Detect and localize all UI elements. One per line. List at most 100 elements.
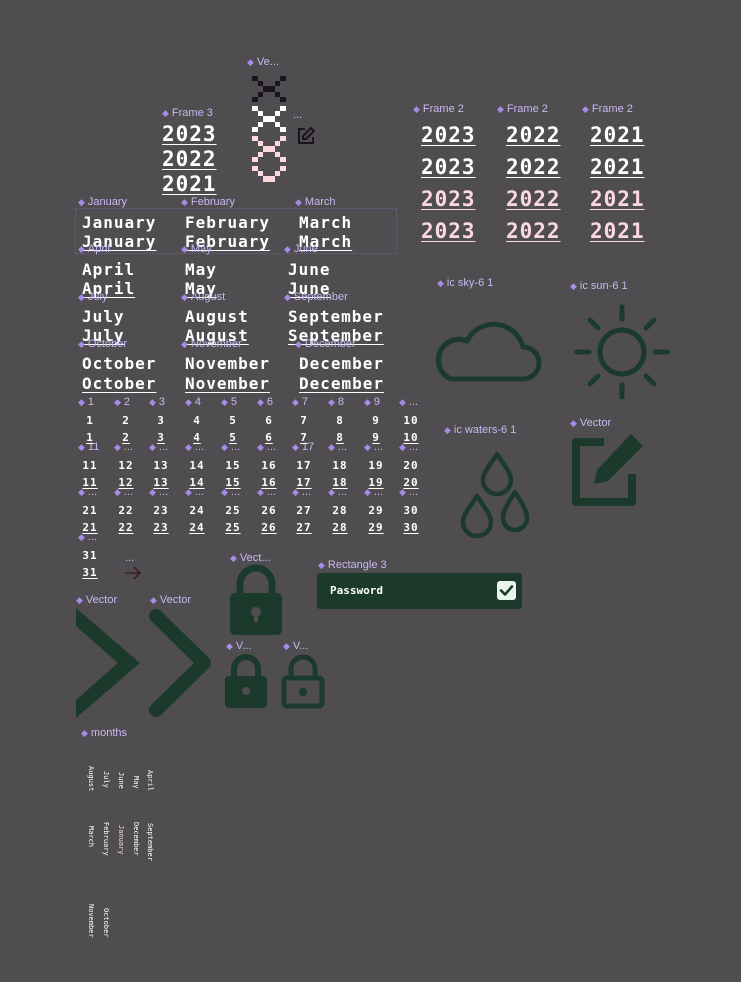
day-cell[interactable]: 19 <box>364 459 388 472</box>
day-cell[interactable]: 20 <box>399 459 423 472</box>
edit-icon[interactable] <box>568 432 646 508</box>
day-cell[interactable]: 26 <box>257 504 281 517</box>
day-cell-selected[interactable]: 11 <box>78 476 102 489</box>
day-cell-selected[interactable]: 17 <box>292 476 316 489</box>
day-cell-selected[interactable]: 10 <box>399 431 423 444</box>
year-2022[interactable]: 2022 <box>162 147 217 171</box>
edit-small-icon[interactable] <box>296 126 316 146</box>
day-cell[interactable]: 30 <box>399 504 423 517</box>
vertical-month[interactable]: August <box>87 766 95 791</box>
day-cell[interactable]: 17 <box>292 459 316 472</box>
day-cell-selected[interactable]: 31 <box>78 566 102 579</box>
year-cell[interactable]: 2021 <box>590 123 645 147</box>
day-cell-selected[interactable]: 13 <box>149 476 173 489</box>
month-october[interactable]: October <box>82 354 156 373</box>
month-december-selected[interactable]: December <box>299 374 384 393</box>
month-june[interactable]: June <box>288 260 331 279</box>
day-cell[interactable]: 6 <box>257 414 281 427</box>
password-checkbox[interactable] <box>497 581 516 600</box>
year-cell[interactable]: 2022 <box>506 155 561 179</box>
day-cell[interactable]: 24 <box>185 504 209 517</box>
year-cell[interactable]: 2021 <box>590 219 645 243</box>
day-cell[interactable]: 1 <box>78 414 102 427</box>
vertical-month[interactable]: July <box>102 771 110 788</box>
year-cell[interactable]: 2023 <box>421 123 476 147</box>
vertical-month[interactable]: June <box>117 772 125 789</box>
day-cell[interactable]: 22 <box>114 504 138 517</box>
day-cell-selected[interactable]: 15 <box>221 476 245 489</box>
day-cell[interactable]: 3 <box>149 414 173 427</box>
day-cell[interactable]: 14 <box>185 459 209 472</box>
year-cell[interactable]: 2023 <box>421 187 476 211</box>
chevron-right-icon[interactable] <box>74 608 144 718</box>
day-cell-selected[interactable]: 12 <box>114 476 138 489</box>
day-cell-selected[interactable]: 4 <box>185 431 209 444</box>
day-cell[interactable]: 16 <box>257 459 281 472</box>
day-cell[interactable]: 23 <box>149 504 173 517</box>
month-november-selected[interactable]: November <box>185 374 270 393</box>
day-cell-selected[interactable]: 21 <box>78 521 102 534</box>
month-july[interactable]: July <box>82 307 125 326</box>
password-field[interactable]: Password <box>317 573 522 609</box>
vertical-month[interactable]: October <box>102 908 110 938</box>
day-cell-selected[interactable]: 25 <box>221 521 245 534</box>
day-cell[interactable]: 18 <box>328 459 352 472</box>
month-april[interactable]: April <box>82 260 135 279</box>
month-february[interactable]: February <box>185 213 270 232</box>
day-cell[interactable]: 8 <box>328 414 352 427</box>
day-cell[interactable]: 12 <box>114 459 138 472</box>
day-cell-selected[interactable]: 27 <box>292 521 316 534</box>
day-cell[interactable]: 11 <box>78 459 102 472</box>
year-2021[interactable]: 2021 <box>162 172 217 196</box>
day-cell-selected[interactable]: 5 <box>221 431 245 444</box>
year-cell[interactable]: 2022 <box>506 187 561 211</box>
day-cell-selected[interactable]: 24 <box>185 521 209 534</box>
day-cell-selected[interactable]: 22 <box>114 521 138 534</box>
day-cell-selected[interactable]: 16 <box>257 476 281 489</box>
month-may[interactable]: May <box>185 260 217 279</box>
day-cell[interactable]: 31 <box>78 549 102 562</box>
month-march[interactable]: March <box>299 213 352 232</box>
day-cell[interactable]: 9 <box>364 414 388 427</box>
month-november[interactable]: November <box>185 354 270 373</box>
day-cell-selected[interactable]: 20 <box>399 476 423 489</box>
month-august[interactable]: August <box>185 307 249 326</box>
vertical-month[interactable]: December <box>132 822 140 856</box>
year-cell[interactable]: 2021 <box>590 187 645 211</box>
day-cell[interactable]: 4 <box>185 414 209 427</box>
day-cell-selected[interactable]: 9 <box>364 431 388 444</box>
day-cell-selected[interactable]: 3 <box>149 431 173 444</box>
year-cell[interactable]: 2022 <box>506 123 561 147</box>
day-cell[interactable]: 13 <box>149 459 173 472</box>
vertical-month[interactable]: March <box>87 826 95 847</box>
chevron-right-outline-icon[interactable] <box>148 608 212 718</box>
day-cell-selected[interactable]: 23 <box>149 521 173 534</box>
day-cell[interactable]: 25 <box>221 504 245 517</box>
day-cell[interactable]: 27 <box>292 504 316 517</box>
day-cell[interactable]: 2 <box>114 414 138 427</box>
day-cell-selected[interactable]: 7 <box>292 431 316 444</box>
day-cell-selected[interactable]: 19 <box>364 476 388 489</box>
vertical-month[interactable]: February <box>102 822 110 856</box>
year-cell[interactable]: 2022 <box>506 219 561 243</box>
day-cell[interactable]: 29 <box>364 504 388 517</box>
vertical-month[interactable]: November <box>87 904 95 938</box>
vertical-month[interactable]: January <box>117 825 125 855</box>
year-cell[interactable]: 2023 <box>421 219 476 243</box>
day-cell[interactable]: 28 <box>328 504 352 517</box>
day-cell-selected[interactable]: 14 <box>185 476 209 489</box>
day-cell-selected[interactable]: 30 <box>399 521 423 534</box>
day-cell-selected[interactable]: 2 <box>114 431 138 444</box>
year-cell[interactable]: 2021 <box>590 155 645 179</box>
day-cell-selected[interactable]: 18 <box>328 476 352 489</box>
day-cell-selected[interactable]: 6 <box>257 431 281 444</box>
day-cell[interactable]: 5 <box>221 414 245 427</box>
month-october-selected[interactable]: October <box>82 374 156 393</box>
year-cell[interactable]: 2023 <box>421 155 476 179</box>
day-cell-selected[interactable]: 28 <box>328 521 352 534</box>
vertical-month[interactable]: September <box>146 823 154 861</box>
month-september[interactable]: September <box>288 307 384 326</box>
day-cell[interactable]: 10 <box>399 414 423 427</box>
day-cell-selected[interactable]: 29 <box>364 521 388 534</box>
month-january[interactable]: January <box>82 213 156 232</box>
